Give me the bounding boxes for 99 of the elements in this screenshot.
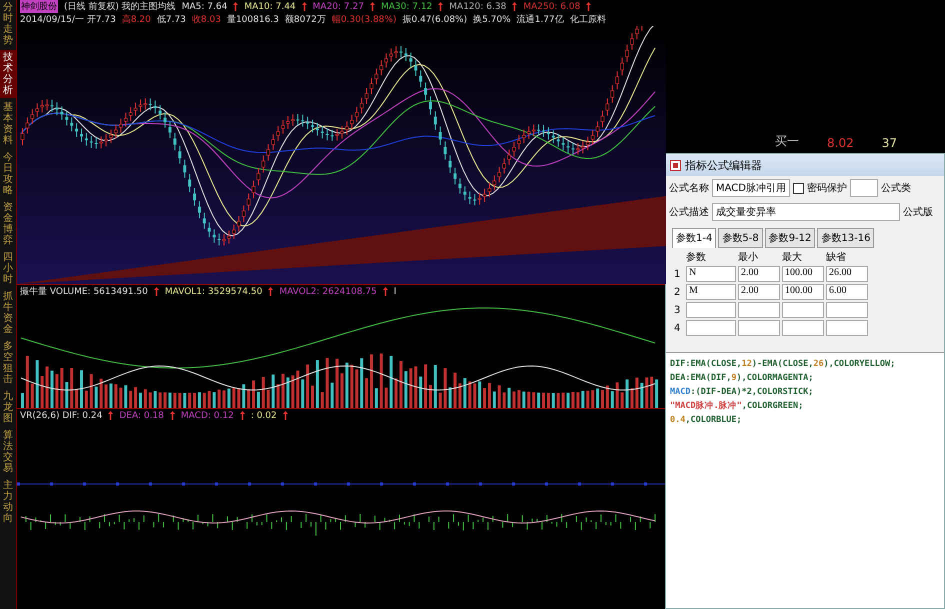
quote-value: 化工原料 <box>570 14 606 26</box>
ma-value: MA20: 7.27 <box>312 2 364 12</box>
macd-legend: VR(26,6) DIF: 0.24 <box>20 410 102 420</box>
column-header: 参数 <box>686 250 707 264</box>
bid-label: 买一 <box>775 133 799 150</box>
param-input[interactable]: 100.00 <box>782 266 824 282</box>
param-input[interactable]: 6.00 <box>826 284 868 300</box>
row-number: 2 <box>674 286 682 298</box>
column-header: 缺省 <box>826 250 847 264</box>
param-tab[interactable]: 参数1-4 <box>672 228 716 248</box>
up-arrow-icon <box>154 287 159 296</box>
param-tab[interactable]: 参数5-8 <box>718 228 763 248</box>
stock-name: 神剑股份 <box>20 0 58 13</box>
field-label: 公式描述 <box>669 206 709 219</box>
ma-value: MA10: 7.44 <box>244 2 296 12</box>
up-arrow-icon <box>438 2 444 11</box>
app-icon <box>670 160 681 170</box>
param-input[interactable] <box>782 320 824 336</box>
quote-value: 换5.70% <box>473 14 511 26</box>
input-field[interactable]: MACD脉冲引用 <box>712 179 790 197</box>
param-input[interactable]: 2.00 <box>738 284 780 300</box>
up-arrow-icon <box>268 287 274 296</box>
bid-volume: 37 <box>882 136 897 150</box>
param-input[interactable] <box>782 302 824 318</box>
up-arrow-icon <box>170 411 175 420</box>
up-arrow-icon <box>108 411 114 420</box>
legend-marker: I <box>394 286 396 296</box>
up-arrow-icon <box>382 287 388 296</box>
param-input[interactable] <box>826 320 868 336</box>
up-arrow-icon <box>302 2 307 11</box>
volume-legend: MAVOL1: 3529574.50 <box>164 286 262 296</box>
field-label: 公式类 <box>880 182 911 195</box>
quote-value: 量100816.3 <box>226 14 279 26</box>
param-tab[interactable]: 参数9-12 <box>764 228 816 248</box>
quote-value: 流通1.77亿 <box>516 14 564 26</box>
ma-value: MA5: 7.64 <box>182 2 228 12</box>
ma-value: MA30: 7.12 <box>380 2 432 12</box>
checkbox[interactable] <box>792 182 804 194</box>
param-input[interactable]: 100.00 <box>782 284 824 300</box>
side-tab[interactable]: 抓牛资金 <box>0 289 16 337</box>
quote-value: 高8.20 <box>122 14 151 26</box>
param-input[interactable] <box>738 320 780 336</box>
quote-value: 2014/09/15/一 开7.73 <box>20 14 116 26</box>
row-number: 4 <box>674 322 682 334</box>
code-line: DIF:EMA(CLOSE,12)-EMA(CLOSE,26),COLORYELLOW; <box>670 358 896 371</box>
side-tab[interactable]: 算法交易 <box>0 428 16 476</box>
input-field[interactable] <box>850 179 878 197</box>
param-input[interactable] <box>686 320 736 336</box>
param-input[interactable]: 26.00 <box>826 266 868 282</box>
column-header: 最大 <box>782 250 803 264</box>
checkbox-label: 密码保护 <box>806 182 847 195</box>
field-label: 公式版 <box>903 206 933 219</box>
macd-legend: : 0.02 <box>250 410 277 420</box>
param-input[interactable]: M <box>686 284 736 300</box>
side-tab[interactable]: 九龙图 <box>0 389 16 426</box>
code-editor[interactable]: DIF:EMA(CLOSE,12)-EMA(CLOSE,26),COLORYELLOW; DEA:EMA(DIF,9),COLORMAGENTA; MACD:(DIF-DEA)*2,COLORSTICK; "MACD脉冲.脉冲",COLORGREEN; 0.4,COLORBLUE; <box>666 352 944 608</box>
ma-value: MA250: 6.08 <box>523 2 580 12</box>
param-input[interactable]: N <box>686 266 736 282</box>
row-number: 1 <box>674 268 682 280</box>
code-line: "MACD脉冲.脉冲",COLORGREEN; <box>670 400 804 413</box>
row-number: 3 <box>674 304 682 316</box>
side-tab[interactable]: 四小时 <box>0 250 16 287</box>
side-tab[interactable]: 多空狙击 <box>0 339 16 387</box>
dialog-title: 指标公式编辑器 <box>685 158 762 172</box>
side-tab[interactable]: 今日攻略 <box>0 150 16 198</box>
param-input[interactable] <box>686 302 736 318</box>
code-line: 0.4,COLORBLUE; <box>670 414 743 427</box>
up-arrow-icon <box>282 411 288 420</box>
up-arrow-icon <box>240 411 245 420</box>
up-arrow-icon <box>370 2 375 11</box>
side-tab[interactable]: 资金博弈 <box>0 200 16 248</box>
code-line: DEA:EMA(DIF,9),COLORMAGENTA; <box>670 372 814 385</box>
volume-legend: 撮牛量 VOLUME: 5613491.50 <box>20 285 148 298</box>
field-label: 公式名称 <box>669 182 709 195</box>
quote-value: 额8072万 <box>284 14 326 26</box>
macd-legend: MACD: 0.12 <box>180 410 234 420</box>
param-tab[interactable]: 参数13-16 <box>817 228 874 248</box>
up-arrow-icon <box>233 2 238 11</box>
up-arrow-icon <box>586 2 592 11</box>
ma-value: MA120: 6.38 <box>449 2 506 12</box>
side-tab[interactable]: 基本资料 <box>0 100 16 148</box>
up-arrow-icon <box>512 2 518 11</box>
side-tab[interactable]: 主力动向 <box>0 478 16 526</box>
param-input[interactable] <box>738 302 780 318</box>
quote-value: 振0.47(6.08%) <box>402 14 468 26</box>
input-field[interactable]: 成交量变异率 <box>712 203 900 221</box>
code-line: MACD:(DIF-DEA)*2,COLORSTICK; <box>670 386 814 399</box>
param-input[interactable] <box>826 302 868 318</box>
chart-subtitle: (日线 前复权) 我的主图均线 <box>64 0 176 13</box>
side-tab[interactable]: 分时走势 <box>0 0 16 48</box>
macd-legend: DEA: 0.18 <box>119 410 164 420</box>
quote-value: 收8.03 <box>192 14 221 26</box>
quote-value: 低7.73 <box>156 14 186 26</box>
side-tab[interactable]: 技术分析 <box>0 50 16 98</box>
column-header: 最小 <box>738 250 759 264</box>
volume-legend: MAVOL2: 2624108.75 <box>279 286 377 296</box>
quote-value: 幅0.30(3.88%) <box>332 14 396 26</box>
param-input[interactable]: 2.00 <box>738 266 780 282</box>
bid-price: 8.02 <box>827 136 854 150</box>
